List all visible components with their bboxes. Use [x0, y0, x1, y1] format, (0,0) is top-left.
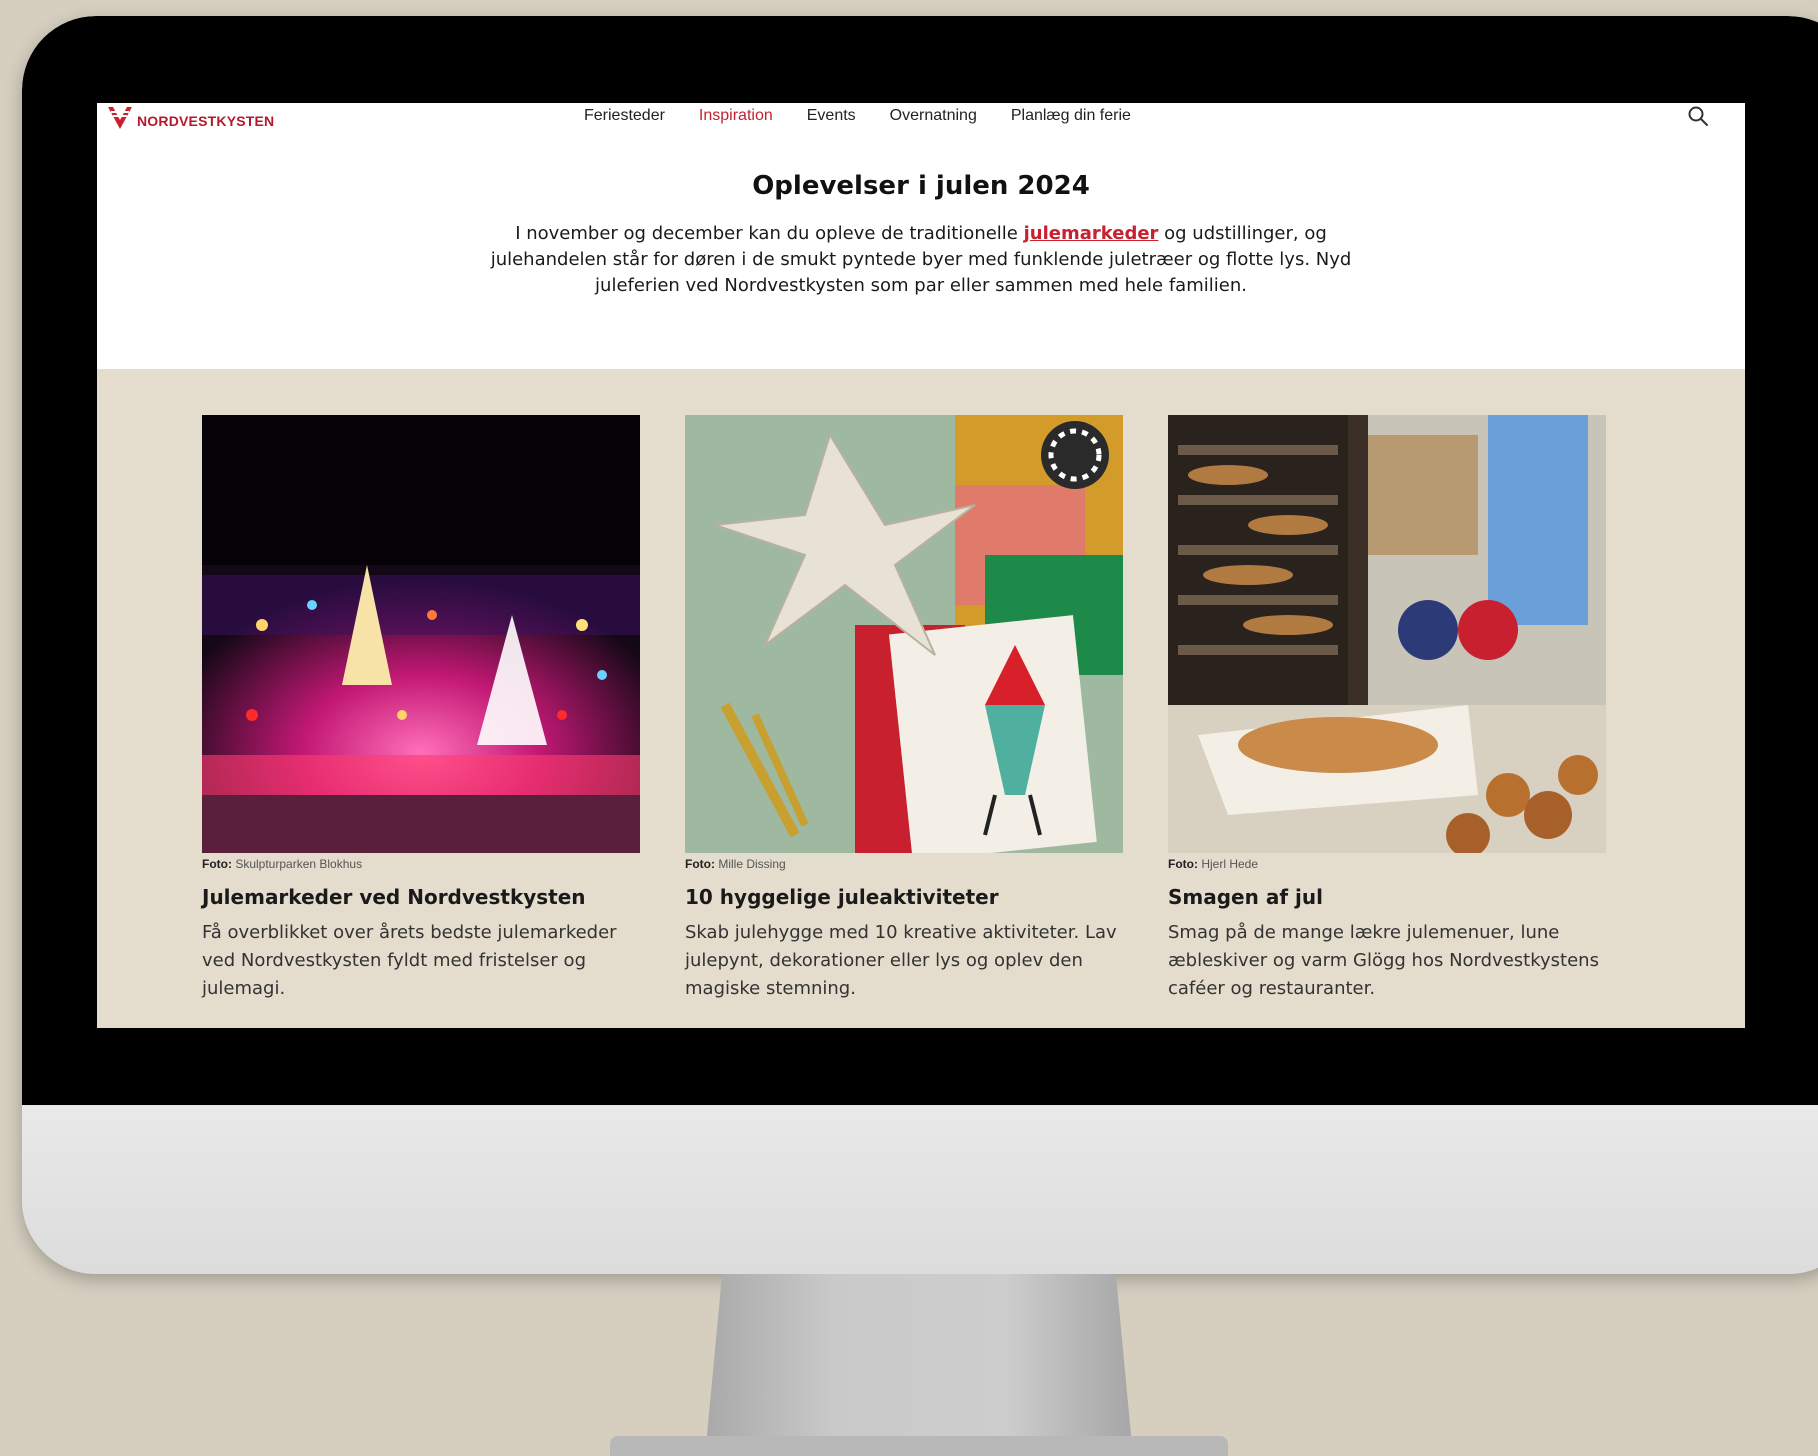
nav-item-overnatning[interactable]: Overnatning [890, 107, 977, 125]
monitor-stand-base [610, 1436, 1228, 1456]
site-logo[interactable]: NORDVESTKYSTEN [107, 105, 274, 131]
photo-credit-name: Skulpturparken Blokhus [235, 857, 363, 871]
photo-credit: Foto: Skulpturparken Blokhus [202, 857, 640, 871]
photo-credit-label: Foto: [1168, 857, 1198, 871]
julemarkeder-link[interactable]: julemarkeder [1024, 223, 1159, 244]
card-smagen-af-jul[interactable]: Foto: Hjerl Hede Smagen af jul Smag på d… [1168, 415, 1606, 1003]
logo-v-icon [108, 107, 132, 129]
top-navigation: NORDVESTKYSTEN Feriesteder Inspiration E… [97, 103, 1745, 149]
card-description: Skab julehygge med 10 kreative aktivitet… [685, 922, 1117, 999]
card-title[interactable]: Julemarkeder ved Nordvestkysten [202, 885, 640, 909]
card-julemarkeder[interactable]: Foto: Skulpturparken Blokhus Julemarkede… [202, 415, 640, 1003]
card-description: Få overblikket over årets bedste julemar… [202, 922, 617, 999]
search-icon[interactable] [1687, 105, 1709, 127]
photo-credit-label: Foto: [685, 857, 715, 871]
nav-item-events[interactable]: Events [807, 107, 856, 125]
photo-credit-label: Foto: [202, 857, 232, 871]
card-title[interactable]: 10 hyggelige juleaktiviteter [685, 885, 1123, 909]
photo-credit-name: Hjerl Hede [1201, 857, 1259, 871]
scene: NORDVESTKYSTEN Feriesteder Inspiration E… [0, 0, 1818, 1456]
photo-credit: Foto: Hjerl Hede [1168, 857, 1606, 871]
nav-item-feriesteder[interactable]: Feriesteder [584, 107, 665, 125]
cards-section: Foto: Skulpturparken Blokhus Julemarkede… [97, 369, 1745, 1028]
monitor-chin [22, 1105, 1818, 1274]
website-screen: NORDVESTKYSTEN Feriesteder Inspiration E… [97, 103, 1745, 1028]
nav-item-inspiration[interactable]: Inspiration [699, 107, 773, 125]
nav-item-planlaeg[interactable]: Planlæg din ferie [1011, 107, 1131, 125]
card-description: Smag på de mange lækre julemenuer, lune … [1168, 922, 1599, 999]
card-image-bakery[interactable] [1168, 415, 1606, 853]
photo-credit-name: Mille Dissing [718, 857, 786, 871]
intro-text-start: I november og december kan du opleve de … [515, 223, 1024, 244]
card-image-crafts[interactable] [685, 415, 1123, 853]
main-menu: Feriesteder Inspiration Events Overnatni… [584, 107, 1131, 125]
logo-text: NORDVESTKYSTEN [137, 113, 275, 129]
photo-credit: Foto: Mille Dissing [685, 857, 1123, 871]
page-title: Oplevelser i julen 2024 [752, 171, 1090, 201]
card-juleaktiviteter[interactable]: Foto: Mille Dissing 10 hyggelige juleakt… [685, 415, 1123, 1003]
monitor-stand [705, 1274, 1133, 1456]
card-image-christmas-market[interactable] [202, 415, 640, 853]
card-title[interactable]: Smagen af jul [1168, 885, 1606, 909]
intro-paragraph: I november og december kan du opleve de … [469, 221, 1373, 299]
